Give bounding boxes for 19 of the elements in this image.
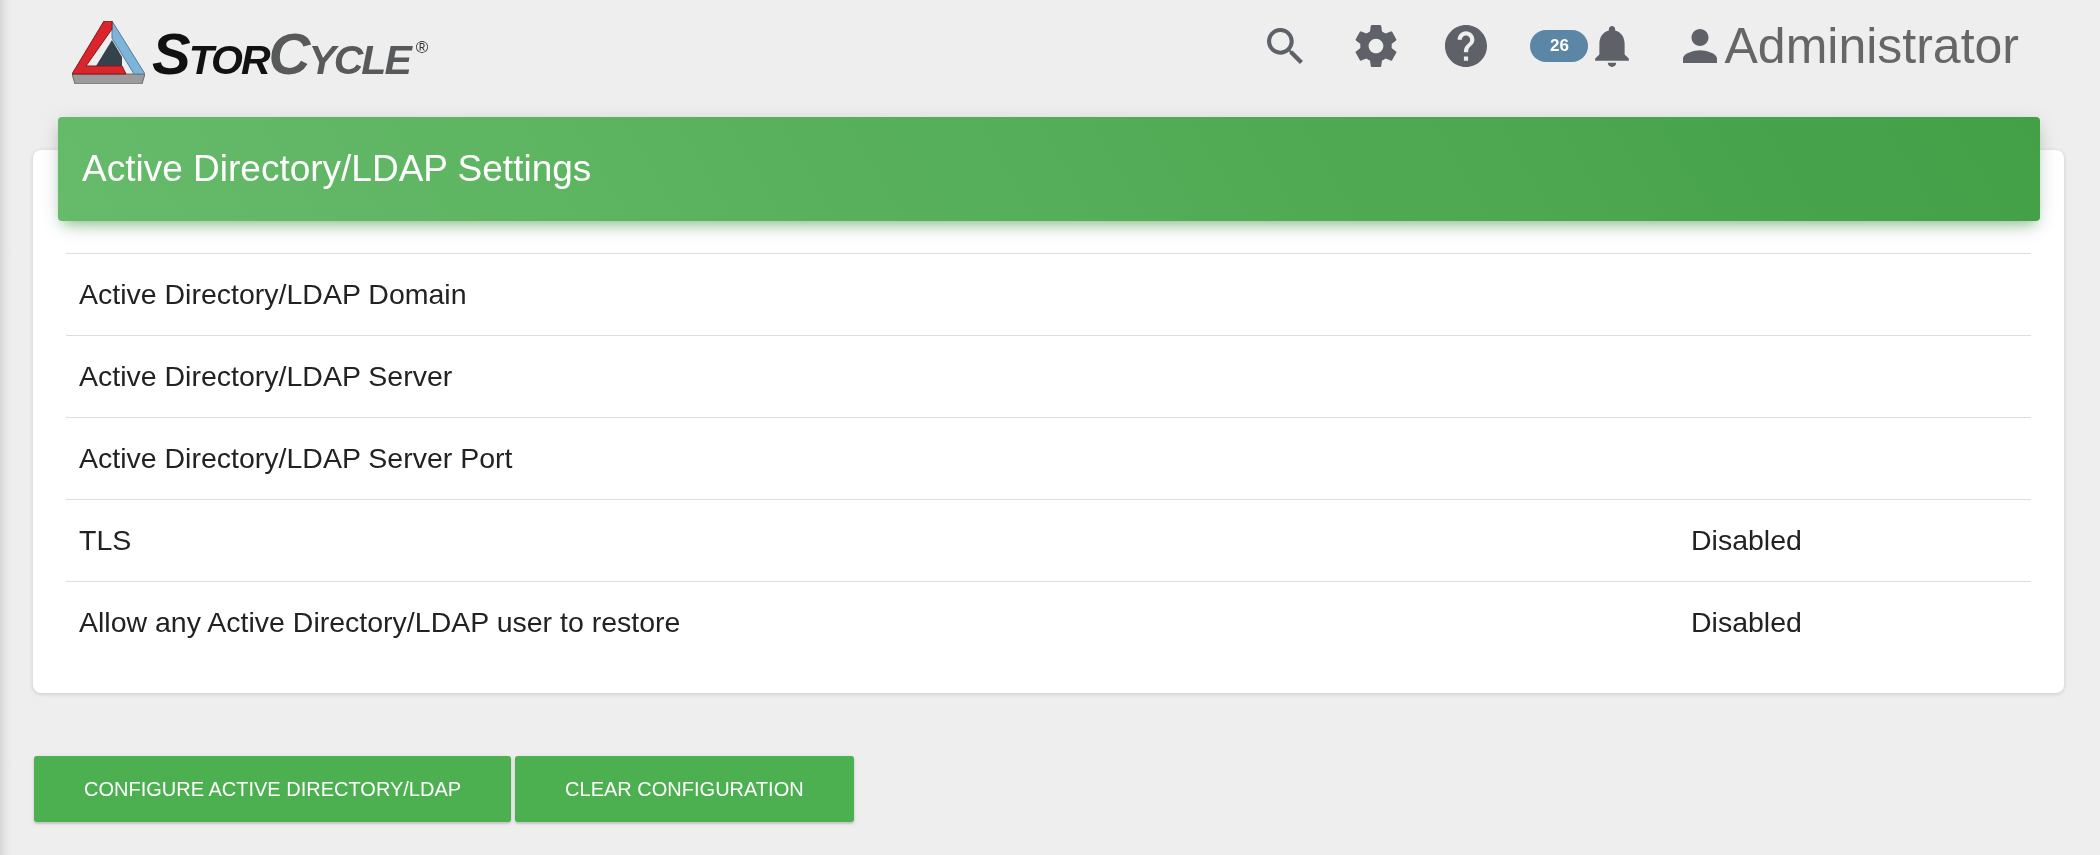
card-title: Active Directory/LDAP Settings xyxy=(82,148,592,190)
setting-value: Disabled xyxy=(1691,524,1803,557)
user-menu-button[interactable]: Administrator xyxy=(1683,21,2019,71)
search-icon[interactable] xyxy=(1267,28,1304,64)
setting-label: Allow any Active Directory/LDAP user to restore xyxy=(78,606,682,639)
settings-icon[interactable] xyxy=(1355,25,1398,67)
setting-label: Active Directory/LDAP Server xyxy=(78,360,454,393)
setting-value: Disabled xyxy=(1691,606,1803,639)
clear-configuration-button[interactable]: CLEAR CONFIGURATION xyxy=(515,756,854,822)
setting-label: Active Directory/LDAP Server Port xyxy=(78,442,514,475)
person-icon xyxy=(1683,29,1718,63)
bell-icon[interactable] xyxy=(1595,25,1630,67)
setting-label: TLS xyxy=(78,524,133,557)
triangle-logo-icon xyxy=(72,20,145,84)
notification-count-badge: 26 xyxy=(1530,30,1589,62)
configure-ldap-button[interactable]: CONFIGURE ACTIVE DIRECTORY/LDAP xyxy=(34,756,512,822)
help-icon[interactable] xyxy=(1445,25,1488,67)
setting-label: Active Directory/LDAP Domain xyxy=(78,278,468,311)
logo-wordmark: StorCycle$^{®}$ xyxy=(152,24,429,83)
